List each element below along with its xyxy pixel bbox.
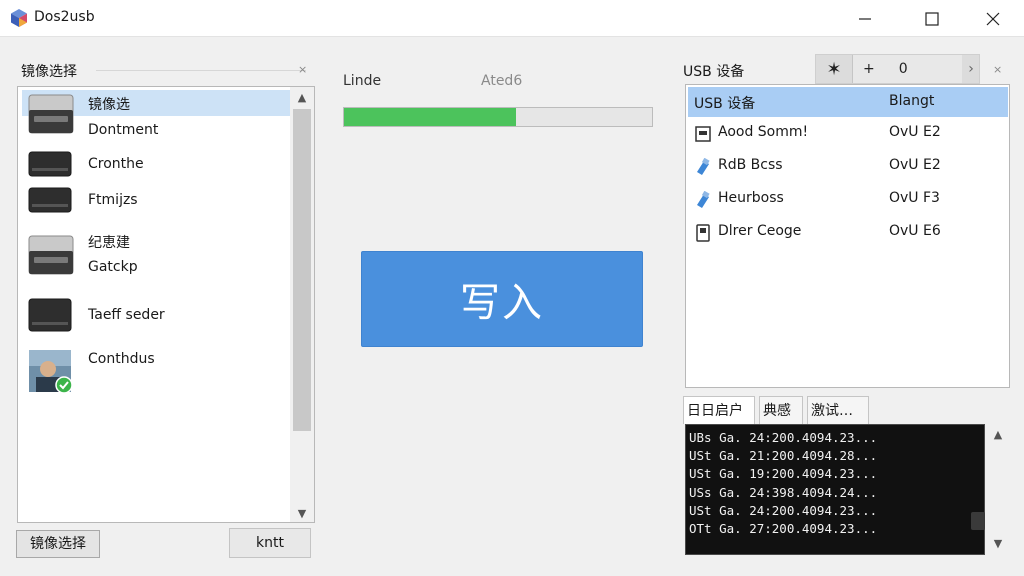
usb-device-list[interactable]: USB 设备 Blangt Aood Somm! OvU E2 RdB Bcss… [685,84,1010,388]
list-item[interactable]: Ftmijzs [22,183,292,217]
select-image-button[interactable]: 镜像选择 [16,530,100,558]
drive-outline-icon [696,224,710,242]
list-item-label: Gatckp [88,259,138,275]
drive-black-icon [28,151,72,177]
list-item-label: Ftmijzs [88,192,138,208]
list-item-label: 纪恵建 [88,235,130,251]
panel-close-icon[interactable]: × [993,63,1002,76]
list-item-label: Dontment [88,122,159,138]
drive-silver-icon [28,94,74,134]
log-line: USs Ga. 24:398.4094.24... [689,484,878,500]
device-value: OvU E2 [889,124,941,140]
app-cube-icon [11,9,27,27]
scroll-up-icon[interactable]: ▲ [986,428,1010,441]
list-item-label: Taeff seder [88,307,165,323]
minimize-icon [859,17,871,20]
list-item[interactable]: Taeff seder [22,295,292,337]
star-icon[interactable]: ✶ [816,55,852,83]
close-button[interactable] [970,0,1016,37]
scroll-down-icon[interactable]: ▼ [290,507,314,520]
minimize-button[interactable] [842,0,888,37]
log-line: USt Ga. 24:200.4094.23... [689,502,878,518]
device-value: OvU E6 [889,223,941,239]
log-line: OTt Ga. 27:200.4094.23... [689,521,878,537]
device-name: RdB Bcss [718,157,783,173]
scroll-up-icon[interactable]: ▲ [290,91,314,104]
drive-silver-icon [28,235,74,275]
device-name: Aood Somm! [718,124,809,140]
tab-log[interactable]: 日日启户 [683,396,755,424]
usb-blue-icon [697,191,710,208]
device-count: 0 [898,61,908,77]
secondary-button[interactable]: kntt [229,528,311,558]
image-select-title: 镜像选择 [18,61,80,81]
progress-label-right: Ated6 [481,73,523,89]
device-counter[interactable]: + 0 [852,55,962,83]
scroll-down-icon[interactable]: ▼ [986,537,1010,550]
list-item[interactable]: Conthdus [22,345,292,394]
write-button[interactable]: 写入 [361,251,643,347]
log-line: USt Ga. 19:200.4094.23... [689,466,878,482]
title-bar: Dos2usb [0,0,1024,37]
image-list[interactable]: 镜像选 Dontment Cronthe Ftmijzs 纪恵建 Gatckp [17,86,315,523]
maximize-button[interactable] [909,0,955,37]
group-divider [96,70,306,71]
add-icon[interactable]: + [863,61,875,77]
list-item[interactable]: 镜像选 [22,90,292,134]
list-item[interactable]: Cronthe [22,147,292,181]
write-progress-bar [343,107,653,127]
image-list-scrollbar[interactable]: ▲ ▼ [290,87,314,522]
log-scrollbar[interactable]: ▲ ▼ [986,424,1010,555]
device-row[interactable]: Dlrer Ceoge OvU E6 [688,217,1008,247]
header-column-2: Blangt [889,93,935,109]
drive-black-icon [28,187,72,213]
next-icon[interactable]: › [962,55,980,83]
device-row[interactable]: Aood Somm! OvU E2 [688,118,1008,148]
device-value: OvU F3 [889,190,940,206]
log-line: USt Ga. 21:200.4094.28... [689,448,878,464]
tab-second[interactable]: 典感 [759,396,803,424]
usb-blue-icon [697,158,710,175]
list-item[interactable]: 纪恵建 Gatckp [22,227,292,283]
drive-small-icon [695,126,711,142]
device-toolbar: ✶ + 0 › [815,54,980,84]
log-line: UBs Ga. 24:200.4094.23... [689,430,878,445]
device-name: Heurboss [718,190,784,206]
tab-third[interactable]: 激试… [807,396,869,424]
user-photo-icon [29,350,73,394]
drive-black-icon [28,298,72,332]
device-value: OvU E2 [889,157,941,173]
device-list-header[interactable]: USB 设备 Blangt [688,87,1008,117]
progress-fill [344,108,517,126]
device-name: Dlrer Ceoge [718,223,802,239]
list-item-label: 镜像选 [88,97,130,113]
scroll-thumb[interactable] [293,109,311,431]
device-row[interactable]: Heurboss OvU F3 [688,184,1008,214]
device-row[interactable]: RdB Bcss OvU E2 [688,151,1008,181]
maximize-icon [925,11,939,26]
list-item-label: Conthdus [88,351,155,367]
panel-close-icon[interactable]: × [298,63,307,76]
header-device-name: USB 设备 [694,96,756,112]
usb-devices-title: USB 设备 [680,61,748,81]
log-output[interactable]: UBs Ga. 24:200.4094.23... USt Ga. 21:200… [685,424,985,555]
close-icon [986,12,1000,25]
list-item-label: Cronthe [88,156,144,172]
window-title: Dos2usb [34,9,95,25]
progress-label-left: Linde [343,73,382,89]
log-resize-handle[interactable] [971,512,985,530]
